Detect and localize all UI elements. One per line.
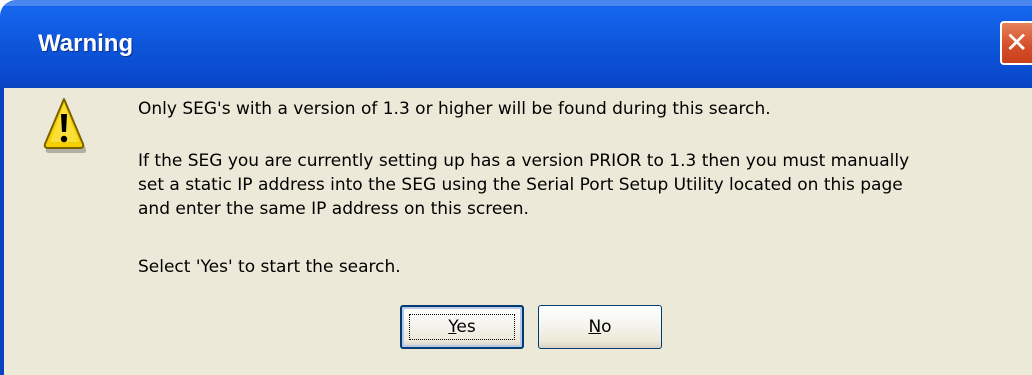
- window-title: Warning: [38, 30, 134, 57]
- message-line-instructions: If the SEG you are currently setting up …: [138, 151, 910, 219]
- yes-button[interactable]: Yes: [400, 305, 524, 349]
- warning-dialog: Warning ✕ Only SEG's with a version of 1…: [0, 0, 1032, 375]
- no-button-label: No: [588, 317, 612, 337]
- no-button[interactable]: No: [538, 305, 662, 349]
- message-line-prompt: Select 'Yes' to start the search.: [138, 257, 401, 277]
- close-x-icon: ✕: [1005, 26, 1029, 59]
- message-line-version: Only SEG's with a version of 1.3 or high…: [138, 99, 771, 119]
- warning-triangle-icon: [43, 98, 86, 153]
- close-button[interactable]: ✕: [1000, 21, 1032, 65]
- yes-button-label: Yes: [448, 317, 476, 337]
- title-bar[interactable]: Warning ✕: [0, 0, 1032, 88]
